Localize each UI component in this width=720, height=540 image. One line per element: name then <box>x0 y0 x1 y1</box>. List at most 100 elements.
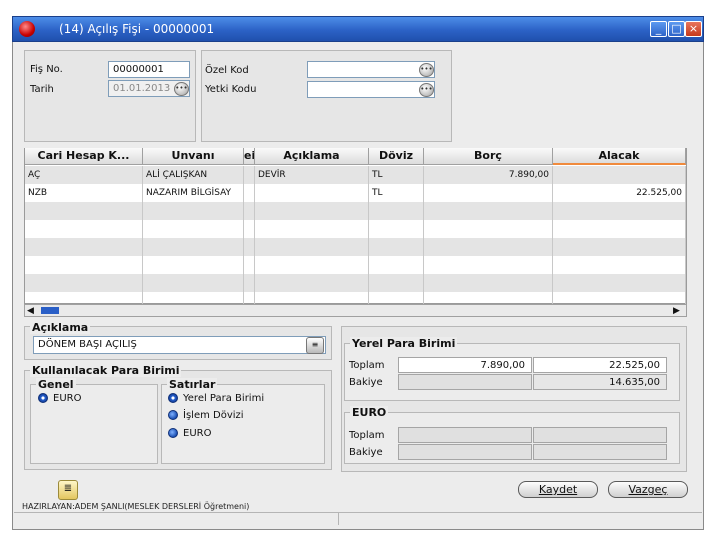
cell-borc[interactable] <box>424 202 553 220</box>
cell-doviz[interactable] <box>369 274 424 292</box>
cell-aciklama[interactable] <box>255 238 369 256</box>
yetki-kodu-input[interactable] <box>307 81 435 98</box>
yetki-kodu-label: Yetki Kodu <box>205 84 257 95</box>
table-row[interactable]: AÇ ALİ ÇALIŞKAN DEVİR TL 7.890,00 <box>25 166 686 184</box>
notes-icon[interactable]: ≡ <box>306 337 324 354</box>
cell-ei[interactable] <box>244 256 255 274</box>
cell-cari[interactable]: NZB <box>25 184 143 202</box>
satirlar-option-yerel: Yerel Para Birimi <box>183 393 265 404</box>
col-header-doviz[interactable]: Döviz <box>369 148 424 165</box>
yerel-title: Yerel Para Birimi <box>350 337 458 350</box>
yerel-toplam-borc: 7.890,00 <box>398 357 532 373</box>
cell-aciklama[interactable] <box>255 256 369 274</box>
yerel-toplam-alacak: 22.525,00 <box>533 357 667 373</box>
notes-document-icon[interactable]: ≣ <box>58 480 78 500</box>
cell-ei[interactable] <box>244 202 255 220</box>
date-picker-icon[interactable]: ••• <box>174 82 189 96</box>
cell-doviz[interactable] <box>369 220 424 238</box>
cell-unvani[interactable]: NAZARIM BİLGİSAY <box>143 184 244 202</box>
fis-no-input[interactable]: 00000001 <box>108 61 190 78</box>
table-row[interactable]: NZB NAZARIM BİLGİSAY TL 22.525,00 <box>25 184 686 202</box>
vazgec-button[interactable]: Vazgeç <box>608 481 688 498</box>
col-header-alacak[interactable]: Alacak <box>553 148 686 165</box>
cell-aciklama[interactable] <box>255 202 369 220</box>
cell-borc[interactable]: 7.890,00 <box>424 166 553 184</box>
cell-ei[interactable] <box>244 274 255 292</box>
cell-doviz[interactable]: TL <box>369 166 424 184</box>
col-header-borc[interactable]: Borç <box>424 148 553 165</box>
cell-borc[interactable] <box>424 238 553 256</box>
cell-unvani[interactable] <box>143 238 244 256</box>
scroll-left-icon[interactable]: ◀ <box>27 306 34 316</box>
cell-alacak[interactable] <box>553 166 686 184</box>
cell-doviz[interactable] <box>369 202 424 220</box>
cell-ei[interactable] <box>244 220 255 238</box>
aciklama-title: Açıklama <box>30 321 91 334</box>
yerel-bakiye-borc <box>398 374 532 390</box>
status-divider <box>338 513 339 525</box>
col-header-unvani[interactable]: Unvanı <box>143 148 244 165</box>
minimize-button[interactable]: _ <box>650 21 667 37</box>
genel-radio-euro[interactable] <box>38 393 48 403</box>
close-button[interactable]: × <box>685 21 702 37</box>
cell-alacak[interactable] <box>553 274 686 292</box>
cell-aciklama[interactable] <box>255 220 369 238</box>
ozel-kod-lookup-icon[interactable]: ••• <box>419 63 434 77</box>
cell-alacak[interactable]: 22.525,00 <box>553 184 686 202</box>
col-header-aciklama[interactable]: Açıklama <box>255 148 369 165</box>
scroll-thumb[interactable] <box>41 307 59 314</box>
cell-aciklama[interactable] <box>255 184 369 202</box>
satirlar-option-euro: EURO <box>183 428 212 439</box>
cell-ei[interactable] <box>244 184 255 202</box>
cell-alacak[interactable] <box>553 220 686 238</box>
cell-alacak[interactable] <box>553 202 686 220</box>
cell-cari[interactable]: AÇ <box>25 166 143 184</box>
table-row[interactable] <box>25 238 686 256</box>
cell-borc[interactable] <box>424 220 553 238</box>
table-row[interactable] <box>25 202 686 220</box>
cell-borc[interactable] <box>424 256 553 274</box>
satirlar-radio-euro[interactable] <box>168 428 178 438</box>
cell-cari[interactable] <box>25 274 143 292</box>
cell-borc[interactable] <box>424 274 553 292</box>
cell-unvani[interactable] <box>143 202 244 220</box>
para-birimi-title: Kullanılacak Para Birimi <box>30 364 182 377</box>
cell-alacak[interactable] <box>553 238 686 256</box>
cell-cari[interactable] <box>25 256 143 274</box>
kaydet-button[interactable]: Kaydet <box>518 481 598 498</box>
ozel-kod-input[interactable] <box>307 61 435 78</box>
cell-cari[interactable] <box>25 220 143 238</box>
app-icon <box>19 21 35 37</box>
cell-aciklama[interactable] <box>255 274 369 292</box>
cell-doviz[interactable] <box>369 238 424 256</box>
cell-alacak[interactable] <box>553 256 686 274</box>
cell-unvani[interactable]: ALİ ÇALIŞKAN <box>143 166 244 184</box>
cell-unvani[interactable] <box>143 220 244 238</box>
satirlar-radio-islem[interactable] <box>168 410 178 420</box>
cell-ei[interactable] <box>244 166 255 184</box>
cell-cari[interactable] <box>25 202 143 220</box>
satirlar-radio-yerel[interactable] <box>168 393 178 403</box>
col-header-ei[interactable]: ei <box>244 148 255 165</box>
cell-doviz[interactable]: TL <box>369 184 424 202</box>
cell-aciklama[interactable]: DEVİR <box>255 166 369 184</box>
cell-unvani[interactable] <box>143 256 244 274</box>
genel-title: Genel <box>36 378 76 391</box>
col-header-cari[interactable]: Cari Hesap K... <box>25 148 143 165</box>
aciklama-input[interactable]: DÖNEM BAŞI AÇILIŞ <box>33 336 326 354</box>
euro-bakiye-label: Bakiye <box>349 447 383 458</box>
table-row[interactable] <box>25 256 686 274</box>
yetki-kodu-lookup-icon[interactable]: ••• <box>419 83 434 97</box>
scroll-right-icon[interactable]: ▶ <box>673 306 680 316</box>
cell-unvani[interactable] <box>143 274 244 292</box>
cell-cari[interactable] <box>25 238 143 256</box>
table-row[interactable] <box>25 274 686 292</box>
horizontal-scrollbar[interactable]: ◀ ▶ <box>24 304 687 317</box>
table-row[interactable] <box>25 220 686 238</box>
genel-group <box>30 384 158 464</box>
cell-borc[interactable] <box>424 184 553 202</box>
maximize-button[interactable]: □ <box>668 21 685 37</box>
cell-ei[interactable] <box>244 238 255 256</box>
satirlar-option-islem: İşlem Dövizi <box>183 410 244 421</box>
cell-doviz[interactable] <box>369 256 424 274</box>
